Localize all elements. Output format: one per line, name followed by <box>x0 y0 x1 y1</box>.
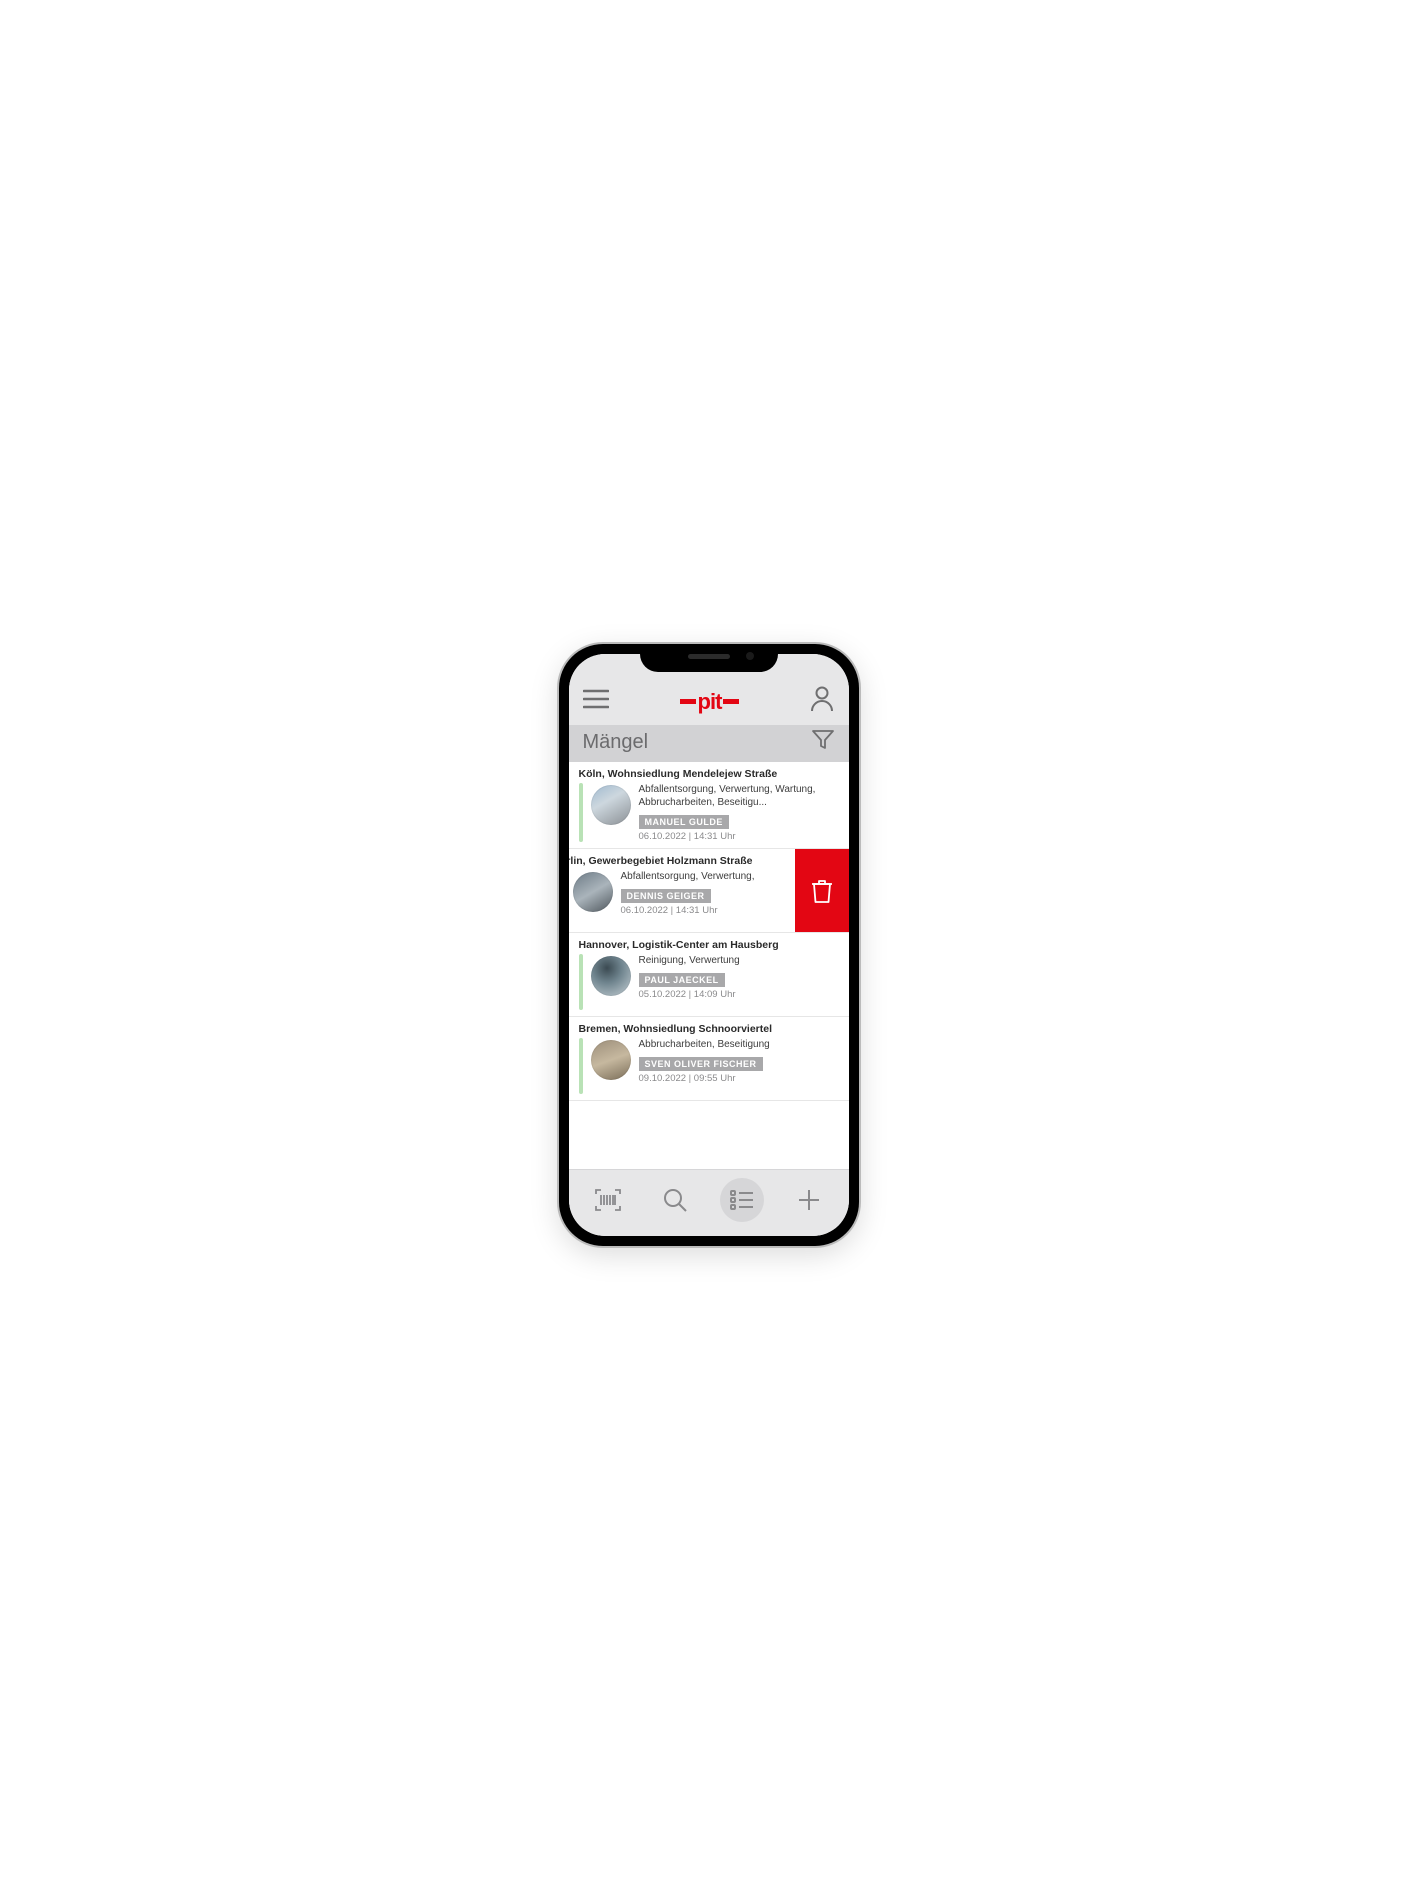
logo-dash-left <box>680 699 696 704</box>
item-thumbnail <box>591 956 631 996</box>
item-thumbnail <box>573 872 613 912</box>
page-title: Mängel <box>583 731 649 754</box>
item-info: Abfallentsorgung, Verwertung, DENNIS GEI… <box>621 870 791 916</box>
item-description: Abbrucharbeiten, Beseitigung <box>639 1038 839 1051</box>
defects-list[interactable]: Köln, Wohnsiedlung Mendelejew Straße Abf… <box>569 762 849 1169</box>
item-description: Abfallentsorgung, Verwertung, <box>621 870 791 883</box>
status-indicator <box>579 783 583 842</box>
status-indicator <box>579 1038 583 1094</box>
item-thumbnail <box>591 785 631 825</box>
plus-icon <box>797 1188 821 1212</box>
item-location: erlin, Gewerbegebiet Holzmann Straße <box>569 855 791 867</box>
item-description: Reinigung, Verwertung <box>639 954 839 967</box>
item-datetime: 06.10.2022 | 14:31 Uhr <box>639 831 839 842</box>
filter-icon[interactable] <box>811 729 835 756</box>
item-row: Abfallentsorgung, Verwertung, Wartung, A… <box>579 783 839 842</box>
user-tag: DENNIS GEIGER <box>621 889 711 903</box>
logo-dash-right <box>723 699 739 704</box>
delete-button[interactable] <box>795 849 849 932</box>
phone-speaker <box>688 654 730 659</box>
search-button[interactable] <box>653 1178 697 1222</box>
item-datetime: 05.10.2022 | 14:09 Uhr <box>639 989 839 1000</box>
item-location: Hannover, Logistik-Center am Hausberg <box>579 939 839 951</box>
phone-notch <box>640 644 778 672</box>
phone-camera <box>746 652 754 660</box>
item-location: Bremen, Wohnsiedlung Schnoorviertel <box>579 1023 839 1035</box>
page-titlebar: Mängel <box>569 725 849 762</box>
list-item[interactable]: Bremen, Wohnsiedlung Schnoorviertel Abbr… <box>569 1017 849 1101</box>
list-item[interactable]: erlin, Gewerbegebiet Holzmann Straße Abf… <box>569 849 849 933</box>
item-info: Abfallentsorgung, Verwertung, Wartung, A… <box>639 783 839 842</box>
app-logo: pit <box>680 689 740 715</box>
add-button[interactable] <box>787 1178 831 1222</box>
list-icon <box>729 1189 755 1211</box>
item-datetime: 06.10.2022 | 14:31 Uhr <box>621 905 791 916</box>
status-indicator <box>579 954 583 1010</box>
list-item[interactable]: Köln, Wohnsiedlung Mendelejew Straße Abf… <box>569 762 849 849</box>
scan-button[interactable] <box>586 1178 630 1222</box>
logo-text: pit <box>698 689 722 715</box>
item-location: Köln, Wohnsiedlung Mendelejew Straße <box>579 768 839 780</box>
phone-screen-container: pit Mängel <box>569 654 849 1236</box>
search-icon <box>662 1187 688 1213</box>
item-description: Abfallentsorgung, Verwertung, Wartung, A… <box>639 783 839 809</box>
item-row: Reinigung, Verwertung PAUL JAECKEL 05.10… <box>579 954 839 1010</box>
item-thumbnail <box>591 1040 631 1080</box>
bottom-toolbar <box>569 1169 849 1236</box>
list-view-button[interactable] <box>720 1178 764 1222</box>
user-tag: MANUEL GULDE <box>639 815 729 829</box>
item-datetime: 09.10.2022 | 09:55 Uhr <box>639 1073 839 1084</box>
barcode-scan-icon <box>594 1188 622 1212</box>
menu-icon[interactable] <box>583 689 609 714</box>
item-row: Abfallentsorgung, Verwertung, DENNIS GEI… <box>569 870 791 926</box>
trash-icon <box>811 878 833 904</box>
item-info: Reinigung, Verwertung PAUL JAECKEL 05.10… <box>639 954 839 1000</box>
app-screen: pit Mängel <box>569 654 849 1236</box>
profile-icon[interactable] <box>810 686 834 717</box>
item-row: Abbrucharbeiten, Beseitigung SVEN OLIVER… <box>579 1038 839 1094</box>
user-tag: PAUL JAECKEL <box>639 973 725 987</box>
user-tag: SVEN OLIVER FISCHER <box>639 1057 763 1071</box>
list-item[interactable]: Hannover, Logistik-Center am Hausberg Re… <box>569 933 849 1017</box>
phone-device-frame: pit Mängel <box>559 644 859 1246</box>
item-info: Abbrucharbeiten, Beseitigung SVEN OLIVER… <box>639 1038 839 1084</box>
